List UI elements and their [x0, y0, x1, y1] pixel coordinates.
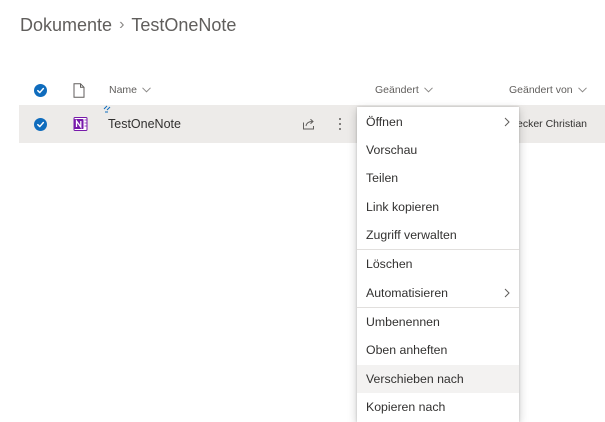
menu-item-share[interactable]: Teilen: [357, 164, 519, 192]
menu-item-label: Verschieben nach: [366, 372, 464, 386]
chevron-right-icon: [504, 117, 510, 127]
menu-item-copy-to[interactable]: Kopieren nach: [357, 393, 519, 421]
menu-item-label: Kopieren nach: [366, 400, 446, 414]
menu-item-manage-access[interactable]: Zugriff verwalten: [357, 221, 519, 249]
breadcrumb-separator: ›: [119, 16, 125, 33]
column-header-modified[interactable]: Geändert: [375, 78, 433, 102]
breadcrumb: Dokumente › TestOneNote: [20, 12, 236, 38]
column-modified-by-label: Geändert von: [509, 84, 573, 96]
menu-item-label: Automatisieren: [366, 286, 449, 300]
menu-item-label: Link kopieren: [366, 200, 440, 214]
column-header-modified-by[interactable]: Geändert von: [509, 78, 587, 102]
menu-item-preview[interactable]: Vorschau: [357, 136, 519, 164]
menu-item-delete[interactable]: Löschen: [357, 250, 519, 278]
modified-by-cell: ecker Christian: [517, 118, 588, 130]
menu-item-label: Zugriff verwalten: [366, 228, 457, 242]
more-icon[interactable]: [338, 105, 342, 143]
menu-item-label: Öffnen: [366, 115, 403, 129]
row-checkbox[interactable]: [34, 105, 47, 143]
menu-item-label: Oben anheften: [366, 343, 448, 357]
chevron-down-icon: [142, 87, 151, 93]
chevron-down-icon: [577, 87, 587, 93]
file-name-link[interactable]: TestOneNote: [108, 105, 181, 143]
document-icon: [73, 78, 85, 102]
checkmark-icon: [34, 117, 47, 131]
menu-item-label: Vorschau: [366, 143, 418, 157]
menu-item-automate[interactable]: Automatisieren: [357, 279, 519, 307]
menu-item-rename[interactable]: Umbenennen: [357, 308, 519, 336]
breadcrumb-root[interactable]: Dokumente: [20, 15, 112, 36]
chevron-down-icon: [423, 87, 433, 93]
select-all-checkbox[interactable]: [34, 78, 47, 102]
chevron-right-icon: [504, 288, 510, 298]
context-menu: Öffnen Vorschau Teilen Link kopieren Zug…: [357, 107, 519, 422]
column-header-name[interactable]: Name: [109, 78, 151, 102]
column-name-label: Name: [109, 84, 138, 96]
menu-item-label: Teilen: [366, 171, 399, 185]
menu-item-pin-to-top[interactable]: Oben anheften: [357, 336, 519, 364]
menu-item-label: Umbenennen: [366, 315, 440, 329]
breadcrumb-current: TestOneNote: [131, 14, 237, 35]
menu-item-copy-link[interactable]: Link kopieren: [357, 193, 519, 221]
onenote-icon: [73, 105, 89, 143]
menu-item-move-to[interactable]: Verschieben nach: [357, 365, 519, 393]
share-icon[interactable]: [302, 105, 316, 143]
menu-item-open[interactable]: Öffnen: [357, 108, 519, 136]
checkmark-icon: [34, 83, 47, 97]
column-modified-label: Geändert: [375, 84, 419, 96]
menu-item-label: Löschen: [366, 257, 413, 271]
